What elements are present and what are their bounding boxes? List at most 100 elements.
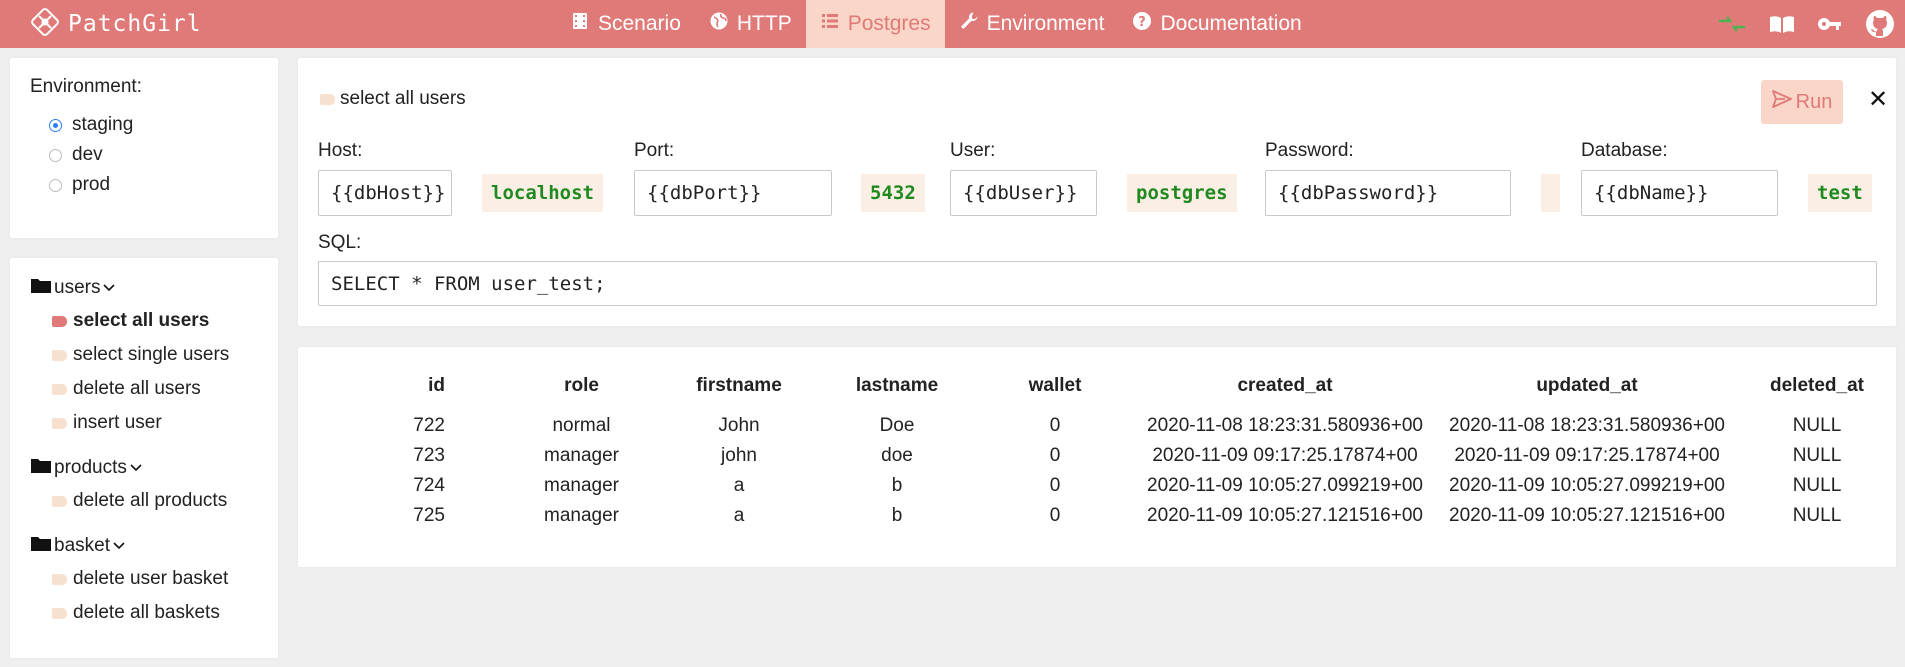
tree-item-delete-user-basket[interactable]: delete user basket bbox=[52, 568, 228, 590]
folder-label: products bbox=[54, 457, 127, 478]
chevron-down-icon bbox=[129, 457, 143, 479]
column-header: wallet bbox=[1028, 375, 1082, 396]
env-option-label: dev bbox=[72, 144, 103, 165]
environment-panel: Environment: staging dev prod bbox=[10, 58, 278, 238]
top-right-icons bbox=[1717, 0, 1895, 48]
wrench-icon bbox=[959, 11, 979, 37]
table-cell: 0 bbox=[1049, 475, 1061, 496]
column-header: role bbox=[564, 375, 599, 396]
env-option-dev[interactable]: dev bbox=[49, 144, 103, 166]
tree-item-delete-all-products[interactable]: delete all products bbox=[52, 490, 227, 512]
env-option-prod[interactable]: prod bbox=[49, 174, 110, 196]
table-cell: 2020-11-08 18:23:31.580936+00 bbox=[1449, 415, 1725, 436]
column-header: created_at bbox=[1237, 375, 1333, 396]
table-cell: 0 bbox=[1049, 505, 1061, 526]
globe-icon bbox=[709, 11, 729, 37]
column-header: lastname bbox=[855, 375, 939, 396]
table-cell: 2020-11-09 10:05:27.121516+00 bbox=[1147, 505, 1423, 526]
run-button[interactable]: Run bbox=[1761, 80, 1843, 124]
top-navbar: PatchGirl Scenario HTTP Postgres Environ… bbox=[0, 0, 1905, 48]
port-label: Port: bbox=[634, 140, 675, 161]
sql-editor[interactable]: SELECT * FROM user_test; bbox=[318, 261, 1877, 306]
env-option-staging[interactable]: staging bbox=[49, 114, 133, 136]
query-result-panel: id role firstname lastname wallet create… bbox=[298, 347, 1896, 567]
radio-icon[interactable] bbox=[49, 178, 62, 192]
tag-icon bbox=[52, 573, 67, 585]
radio-selected-icon[interactable] bbox=[49, 118, 62, 132]
brand[interactable]: PatchGirl bbox=[30, 0, 202, 48]
table-row: 725 manager a b 0 2020-11-09 10:05:27.12… bbox=[298, 501, 1896, 531]
folder-icon bbox=[30, 276, 52, 300]
folder-products[interactable]: products bbox=[30, 456, 143, 480]
folder-users[interactable]: users bbox=[30, 276, 116, 300]
column-header: deleted_at bbox=[1770, 375, 1864, 396]
request-name-label: select all users bbox=[340, 88, 466, 109]
main-nav: Scenario HTTP Postgres Environment ? Doc… bbox=[556, 0, 1316, 48]
table-cell: 724 bbox=[413, 475, 445, 496]
tree-item-label: delete all products bbox=[73, 490, 228, 511]
result-table: id role firstname lastname wallet create… bbox=[298, 347, 1896, 531]
database-resolved-value: test bbox=[1808, 174, 1872, 212]
nav-label: HTTP bbox=[736, 12, 792, 35]
book-icon[interactable] bbox=[1769, 14, 1795, 34]
folder-icon bbox=[30, 534, 52, 558]
send-icon bbox=[1771, 90, 1792, 114]
tree-item-label: select all users bbox=[73, 310, 210, 331]
table-cell: normal bbox=[552, 415, 611, 436]
env-option-label: staging bbox=[72, 114, 134, 135]
tag-icon bbox=[52, 607, 67, 619]
nav-http[interactable]: HTTP bbox=[695, 0, 806, 48]
column-header: firstname bbox=[696, 375, 782, 396]
app-name: PatchGirl bbox=[68, 11, 202, 37]
table-cell: 0 bbox=[1049, 445, 1061, 466]
password-input[interactable]: {{dbPassword}} bbox=[1265, 170, 1511, 216]
tree-item-label: delete user basket bbox=[73, 568, 229, 589]
chevron-down-icon bbox=[112, 535, 126, 557]
user-input[interactable]: {{dbUser}} bbox=[950, 170, 1097, 216]
database-input[interactable]: {{dbName}} bbox=[1581, 170, 1778, 216]
tag-icon bbox=[52, 417, 67, 429]
tree-item-delete-all-users[interactable]: delete all users bbox=[52, 378, 201, 400]
nav-documentation[interactable]: ? Documentation bbox=[1118, 0, 1315, 48]
nav-environment[interactable]: Environment bbox=[945, 0, 1119, 48]
table-cell: 725 bbox=[413, 505, 445, 526]
table-cell: 722 bbox=[413, 415, 445, 436]
table-cell: 2020-11-09 09:17:25.17874+00 bbox=[1152, 445, 1418, 466]
tag-icon bbox=[52, 315, 67, 327]
nav-postgres[interactable]: Postgres bbox=[805, 0, 945, 48]
database-label: Database: bbox=[1581, 140, 1668, 161]
environment-title: Environment: bbox=[30, 76, 142, 97]
tree-item-delete-all-baskets[interactable]: delete all baskets bbox=[52, 602, 220, 624]
tree-item-select-single-users[interactable]: select single users bbox=[52, 344, 229, 366]
table-cell: 2020-11-09 10:05:27.121516+00 bbox=[1449, 505, 1725, 526]
password-label: Password: bbox=[1265, 140, 1354, 161]
folder-label: basket bbox=[54, 535, 110, 556]
tag-icon bbox=[52, 349, 67, 361]
close-icon[interactable]: ✕ bbox=[1868, 88, 1888, 112]
radio-icon[interactable] bbox=[49, 148, 62, 162]
nav-label: Documentation bbox=[1160, 12, 1302, 35]
table-cell: NULL bbox=[1792, 475, 1842, 496]
key-icon[interactable] bbox=[1817, 14, 1843, 34]
tree-item-select-all-users[interactable]: select all users bbox=[52, 310, 209, 332]
nav-label: Postgres bbox=[847, 12, 931, 35]
port-input[interactable]: {{dbPort}} bbox=[634, 170, 832, 216]
folder-basket[interactable]: basket bbox=[30, 534, 126, 558]
host-input[interactable]: {{dbHost}} bbox=[318, 170, 452, 216]
list-icon bbox=[820, 11, 840, 37]
table-cell: manager bbox=[544, 505, 619, 526]
table-cell: b bbox=[891, 475, 903, 496]
swap-arrows-icon[interactable] bbox=[1717, 14, 1747, 34]
nav-scenario[interactable]: Scenario bbox=[556, 0, 695, 48]
column-header: id bbox=[428, 375, 445, 396]
request-name[interactable]: select all users bbox=[320, 88, 466, 110]
folder-label: users bbox=[54, 277, 101, 298]
table-cell: manager bbox=[544, 445, 619, 466]
request-tree-panel: users select all users select single use… bbox=[10, 258, 278, 658]
tree-item-insert-user[interactable]: insert user bbox=[52, 412, 162, 434]
table-cell: 0 bbox=[1049, 415, 1061, 436]
table-cell: a bbox=[733, 505, 745, 526]
tag-icon bbox=[52, 383, 67, 395]
table-cell: 2020-11-09 09:17:25.17874+00 bbox=[1454, 445, 1720, 466]
github-icon[interactable] bbox=[1865, 9, 1895, 39]
